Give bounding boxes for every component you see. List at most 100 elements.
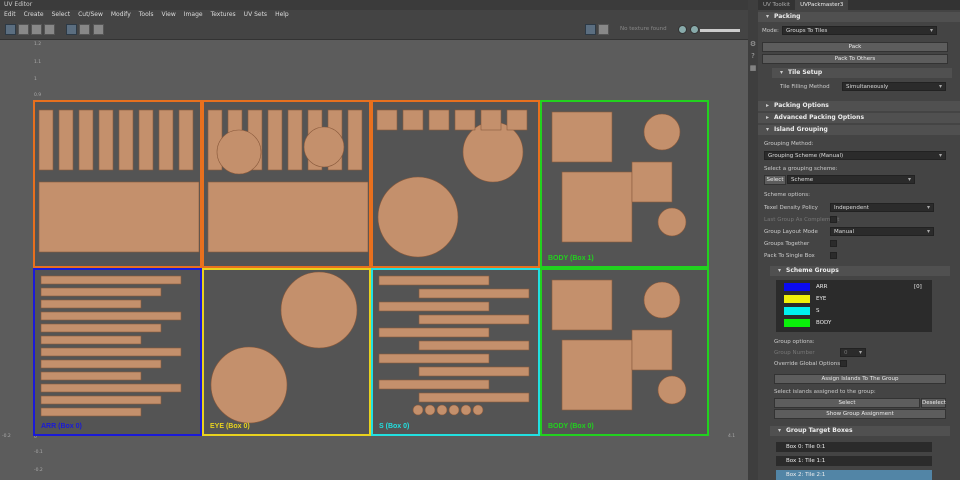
deselect-islands-button[interactable]: Deselect <box>921 398 946 408</box>
menu-tools[interactable]: Tools <box>139 10 154 20</box>
uv-tile[interactable]: BODY (Box 1) <box>540 100 709 268</box>
square-icon[interactable] <box>598 24 609 35</box>
chevron-down-icon: ▾ <box>778 427 782 434</box>
tile-label: BODY (Box 0) <box>548 423 594 430</box>
axis-tick-label: -0.2 <box>34 468 43 473</box>
uv-tile[interactable] <box>202 100 371 268</box>
uv-island <box>378 379 490 390</box>
uv-island <box>424 404 436 416</box>
select-islands-button[interactable]: Select <box>774 398 920 408</box>
target-box-row-selected[interactable]: Box 2: Tile 2:1 <box>776 470 932 480</box>
globe-icon[interactable] <box>678 25 687 34</box>
groups-together-checkbox[interactable] <box>830 240 837 247</box>
menu-create[interactable]: Create <box>24 10 44 20</box>
target-box-row[interactable]: Box 0: Tile 0:1 <box>776 442 932 452</box>
target-box-row[interactable]: Box 1: Tile 1:1 <box>776 456 932 466</box>
packing-header[interactable]: ▾ Packing <box>758 12 960 22</box>
select-scheme-button[interactable]: Select <box>764 175 786 185</box>
group-color-swatch[interactable] <box>784 319 810 327</box>
tile-filling-dropdown[interactable]: Simultaneously <box>842 82 946 91</box>
grid-icon[interactable] <box>5 24 16 35</box>
assign-islands-button[interactable]: Assign Islands To The Group <box>774 374 946 384</box>
pack-to-others-button[interactable]: Pack To Others <box>762 54 948 64</box>
menu-textures[interactable]: Textures <box>211 10 236 20</box>
menu-cut-sew[interactable]: Cut/Sew <box>78 10 103 20</box>
menu-modify[interactable]: Modify <box>111 10 131 20</box>
settings-icon[interactable]: ⚙ <box>748 40 758 50</box>
scheme-group-row[interactable]: S <box>778 306 928 317</box>
bars-icon[interactable] <box>31 24 42 35</box>
camera-icon[interactable] <box>93 24 104 35</box>
mode-value: Groups To Tiles <box>786 28 828 34</box>
uv-tile[interactable]: S (Box 0) <box>371 268 540 436</box>
uv-island <box>428 109 450 131</box>
refresh-icon[interactable] <box>690 25 699 34</box>
uv-islands <box>210 271 358 424</box>
packing-options-header[interactable]: ▸ Packing Options <box>758 101 960 111</box>
section-title: Island Grouping <box>774 126 828 133</box>
pack-button[interactable]: Pack <box>762 42 948 52</box>
menu-help[interactable]: Help <box>275 10 289 20</box>
pack-single-box-checkbox[interactable] <box>830 252 837 259</box>
scheme-group-row[interactable]: EYE <box>778 294 928 305</box>
scheme-group-row[interactable]: ARR [0] <box>778 282 928 293</box>
island-grouping-header[interactable]: ▾ Island Grouping <box>758 125 960 135</box>
grid-icon[interactable] <box>66 24 77 35</box>
uv-island <box>643 281 681 319</box>
uv-island <box>561 339 633 411</box>
mode-dropdown[interactable]: Groups To Tiles <box>782 26 937 35</box>
axis-tick-label: 4.1 <box>728 434 736 439</box>
texel-density-dropdown[interactable]: Independent <box>830 203 934 212</box>
scheme-group-row[interactable]: BODY <box>778 318 928 329</box>
uv-island <box>40 359 162 369</box>
group-number-value: 0 <box>844 350 848 356</box>
grid-icon[interactable]: ▦ <box>748 64 758 74</box>
group-color-swatch[interactable] <box>784 283 810 291</box>
last-group-checkbox[interactable] <box>830 216 837 223</box>
uv-toolbar: No texture found <box>0 20 748 40</box>
menu-edit[interactable]: Edit <box>4 10 16 20</box>
scheme-name-field[interactable]: Scheme <box>787 175 915 184</box>
menu-image[interactable]: Image <box>184 10 203 20</box>
uv-island <box>78 109 94 171</box>
show-group-assignment-button[interactable]: Show Group Assignment <box>774 409 946 419</box>
uv-tile[interactable]: BODY (Box 0) <box>540 268 709 436</box>
grouping-method-dropdown[interactable]: Grouping Scheme (Manual) <box>764 151 946 160</box>
image-icon[interactable] <box>585 24 596 35</box>
group-color-swatch[interactable] <box>784 295 810 303</box>
uv-tile[interactable] <box>33 100 202 268</box>
group-index: [0] <box>914 284 922 290</box>
tile-setup-header[interactable]: ▾ Tile Setup <box>772 68 952 78</box>
advanced-options-header[interactable]: ▸ Advanced Packing Options <box>758 113 960 123</box>
menu-uv-sets[interactable]: UV Sets <box>244 10 267 20</box>
chevron-down-icon: ▾ <box>766 126 770 133</box>
bars-icon[interactable] <box>44 24 55 35</box>
help-icon[interactable]: ? <box>748 52 758 62</box>
scheme-groups-header[interactable]: ▾ Scheme Groups <box>770 266 950 276</box>
group-color-swatch[interactable] <box>784 307 810 315</box>
override-global-checkbox[interactable] <box>840 360 847 367</box>
menu-view[interactable]: View <box>162 10 176 20</box>
checker-icon[interactable] <box>79 24 90 35</box>
menu-select[interactable]: Select <box>52 10 71 20</box>
override-global-label: Override Global Options <box>774 361 841 367</box>
section-title: Packing Options <box>774 102 829 109</box>
exposure-slider[interactable] <box>700 29 740 32</box>
target-boxes-header[interactable]: ▾ Group Target Boxes <box>770 426 950 436</box>
uv-viewport[interactable]: 1.2 1.1 1 0.9 0.1 0 -0.1 -0.2 -0.2 4.1 B… <box>0 40 748 480</box>
box-label: Box 2: Tile 2:1 <box>786 472 826 478</box>
layout-mode-dropdown[interactable]: Manual <box>830 227 934 236</box>
texture-status: No texture found <box>620 26 667 32</box>
tab-uv-toolkit[interactable]: UV Toolkit <box>758 0 795 10</box>
tile-label: ARR (Box 0) <box>41 423 82 430</box>
uv-island <box>303 126 345 168</box>
tab-uvpackmaster[interactable]: UVPackmaster3 <box>795 0 849 10</box>
uv-tile[interactable] <box>371 100 540 268</box>
uv-tile[interactable]: EYE (Box 0) <box>202 268 371 436</box>
bars-icon[interactable] <box>18 24 29 35</box>
chevron-right-icon: ▸ <box>766 102 770 109</box>
group-number-field[interactable]: 0 <box>840 348 866 357</box>
uv-island <box>418 366 530 377</box>
uv-tile[interactable]: ARR (Box 0) <box>33 268 202 436</box>
uv-island <box>472 404 484 416</box>
